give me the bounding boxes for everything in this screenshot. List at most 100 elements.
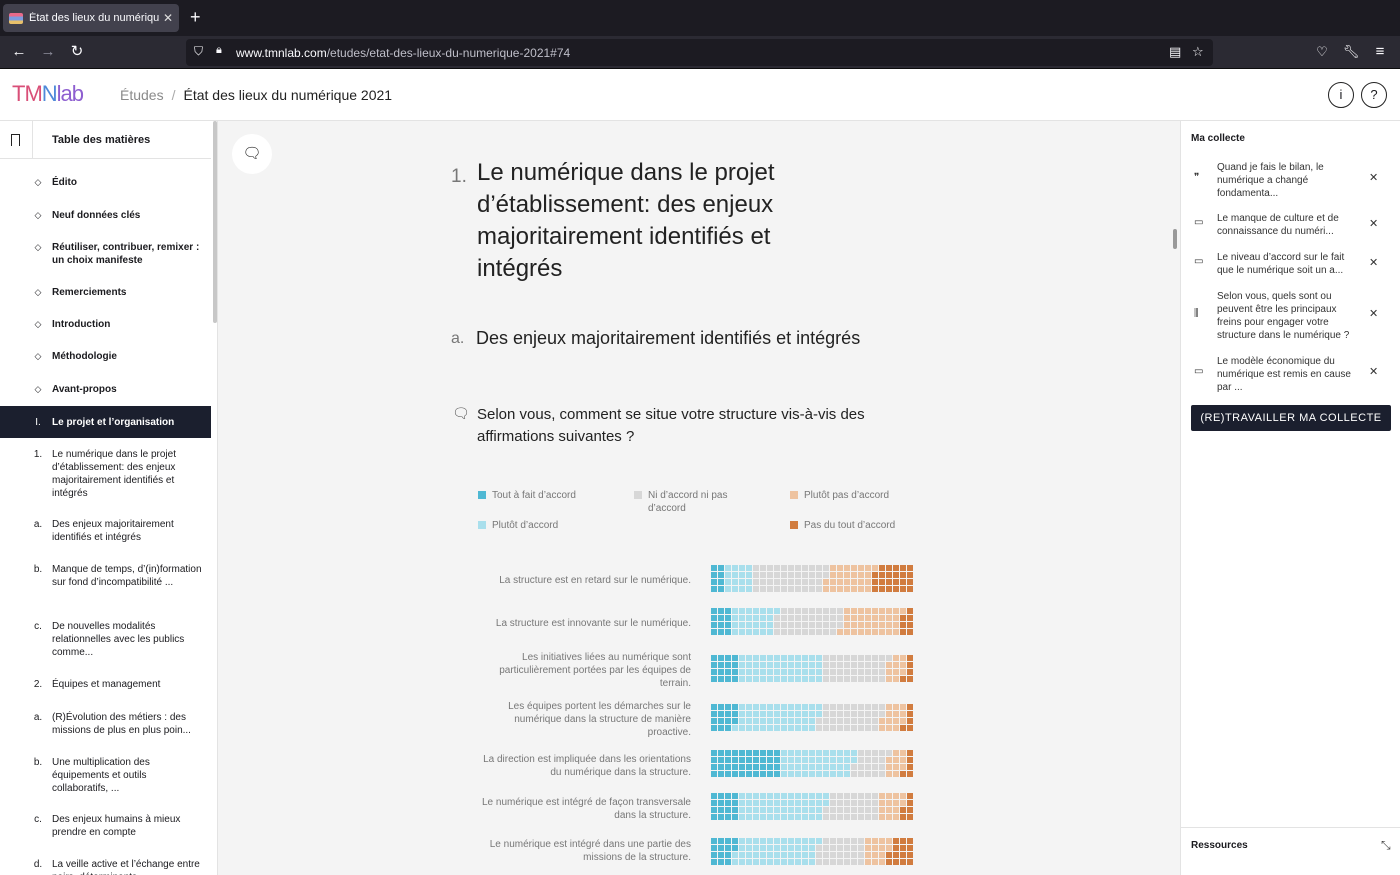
waffle-cell [781,718,787,724]
sidebar-scrollbar[interactable] [213,121,217,323]
waffle-cell [753,669,759,675]
waffle-cell [851,704,857,710]
toc-item-evolution-metiers[interactable]: a. (R)Évolution des métiers : des mission… [0,711,211,739]
toc-item-equipes[interactable]: 2. Équipes et management [0,678,211,694]
collecte-item[interactable]: ⫼ Selon vous, quels sont ou peuvent être… [1181,290,1400,344]
toc-item-avant-propos[interactable]: ◇ Avant-propos [0,383,211,399]
toc-item-reutiliser[interactable]: ◇ Réutiliser, contribuer, remixer : un ch… [0,241,211,269]
shield-icon[interactable]: ⛉ [194,44,203,59]
comment-icon[interactable]: 🗨︎ [232,134,272,174]
waffle-cell [893,662,899,668]
waffle-cell [809,859,815,865]
help-button[interactable]: ? [1361,82,1387,108]
close-icon[interactable]: ✕ [1369,307,1378,320]
url-text[interactable]: www.tmnlab.com/etudes/etat-des-lieux-du-… [236,46,570,60]
toc-item-enjeux-humains[interactable]: c. Des enjeux humains à mieux prendre en … [0,813,211,841]
waffle-cell [809,565,815,571]
waffle-cell [718,572,724,578]
waffle-cell [858,764,864,770]
waffle-cell [711,704,717,710]
waffle-cell [900,845,906,851]
waffle-cell [739,676,745,682]
toc-item-remerciements[interactable]: ◇ Remerciements [0,286,211,302]
waffle-cell [732,711,738,717]
waffle-cell [781,565,787,571]
toc-item-methodologie[interactable]: ◇ Méthodologie [0,350,211,366]
logo[interactable]: TM Nlab [12,81,84,107]
wrench-icon[interactable]: 🔧︎ [1341,42,1361,62]
toc-item-enjeux[interactable]: a. Des enjeux majoritairement identifiés … [0,518,211,546]
lock-icon[interactable]: 🔒︎ [216,44,222,57]
collecte-title: Ma collecte [1191,133,1245,144]
waffle-cell [893,757,899,763]
waffle-cell [830,757,836,763]
waffle-cell [718,800,724,806]
toc-item-manque-temps[interactable]: b. Manque de temps, d’(in)formation sur f… [0,563,211,604]
resources-bar[interactable]: Ressources ⤡ [1181,827,1400,875]
pocket-icon[interactable]: ♡ [1312,42,1332,62]
waffle-cell [767,711,773,717]
waffle-cell [823,608,829,614]
waffle-cell [837,565,843,571]
waffle-cell [767,655,773,661]
breadcrumb-etudes[interactable]: Études [120,87,164,103]
toc-item-neuf-donnees[interactable]: ◇ Neuf données clés [0,209,211,225]
retravailler-collecte-button[interactable]: (RE)TRAVAILLER MA COLLECTE [1191,405,1391,431]
close-icon[interactable]: ✕ [1369,256,1378,269]
bookmark-star-icon[interactable]: ☆ [1192,44,1204,60]
waffle-cell [760,845,766,851]
waffle-cell [837,838,843,844]
url-bar[interactable]: ⛉ 🔒︎ www.tmnlab.com/etudes/etat-des-lieu… [186,39,1213,66]
toc-item-projet-organisation[interactable]: I. Le projet et l’organisation [0,406,211,438]
forward-icon[interactable]: → [38,42,58,62]
waffle-cell [830,750,836,756]
waffle-cell [823,704,829,710]
waffle-cell [844,669,850,675]
back-icon[interactable]: ← [9,42,29,62]
waffle-cell [830,565,836,571]
waffle-cell [774,771,780,777]
waffle-cell [830,622,836,628]
collecte-item[interactable]: ▭ Le niveau d’accord sur le fait que le … [1181,251,1400,279]
waffle-cell [725,676,731,682]
new-tab-icon[interactable]: + [190,7,201,28]
info-button[interactable]: i [1328,82,1354,108]
bookmark-icon[interactable] [11,134,20,150]
waffle-cell [844,814,850,820]
toc-item-modalites[interactable]: c. De nouvelles modalités relationnelles … [0,620,211,661]
waffle-cell [725,725,731,731]
close-icon[interactable]: ✕ [1369,365,1378,378]
collecte-item[interactable]: ▭ Le manque de culture et de connaissanc… [1181,212,1400,240]
waffle-cell [872,807,878,813]
waffle-cell [886,565,892,571]
menu-icon[interactable]: ≡ [1370,42,1390,62]
close-icon[interactable]: ✕ [163,11,173,25]
waffle-cell [900,725,906,731]
waffle-cell [907,725,913,731]
toc-item-numerique-projet[interactable]: 1. Le numérique dans le projet d’établiss… [0,448,211,502]
toc-item-introduction[interactable]: ◇ Introduction [0,318,211,334]
toc-item-equipements[interactable]: b. Une multiplication des équipements et … [0,756,211,797]
toc-item-edito[interactable]: ◇ Édito [0,176,211,192]
reader-mode-icon[interactable]: ▤ [1169,44,1181,60]
collecte-item[interactable]: ▭ Le modèle économique du numérique est … [1181,355,1400,395]
main-scrollbar[interactable] [1173,229,1177,249]
waffle-cell [767,793,773,799]
waffle-cell [760,629,766,635]
waffle-cell [858,800,864,806]
waffle-cell [844,615,850,621]
browser-tab[interactable]: État des lieux du numérique 2021 ✕ [3,4,179,32]
waffle-cell [907,793,913,799]
reload-icon[interactable]: ↻ [67,42,87,62]
waffle-cell [732,704,738,710]
collecte-item[interactable]: ❞ Quand je fais le bilan, le numérique a… [1181,161,1400,201]
waffle-cell [900,750,906,756]
close-icon[interactable]: ✕ [1369,171,1378,184]
waffle-cell [893,793,899,799]
browser-nav-bar: ← → ↻ ⛉ 🔒︎ www.tmnlab.com/etudes/etat-de… [0,36,1400,69]
waffle-cell [809,764,815,770]
expand-icon[interactable]: ⤡ [1381,838,1391,853]
close-icon[interactable]: ✕ [1369,217,1378,230]
toc-item-veille[interactable]: d.La veille active et l’échange entre pa… [0,858,211,875]
waffle-cell [753,750,759,756]
